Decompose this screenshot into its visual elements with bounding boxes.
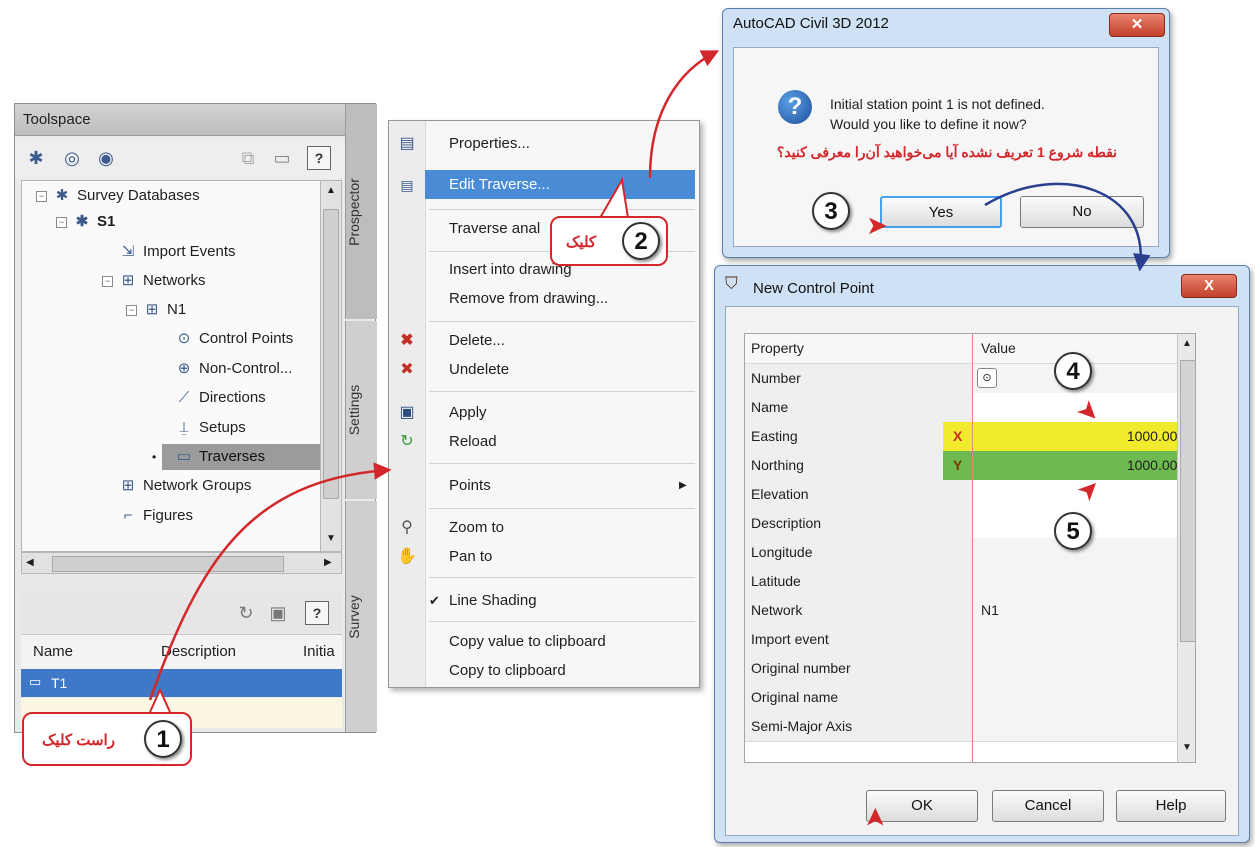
callout-number-2: 2 <box>622 222 660 260</box>
callout-text: کلیک <box>566 234 597 251</box>
callout-number-5: 5 <box>1054 512 1092 550</box>
callout-text: راست کلیک <box>42 732 115 749</box>
callout-number-1: 1 <box>144 720 182 758</box>
bubble-pointer-2 <box>599 177 629 219</box>
arrow-yes-to-dialog <box>984 182 1151 272</box>
callout-number-3: 3 <box>812 192 850 230</box>
cursor-arrow-icon: ➤ <box>866 210 888 240</box>
arrow-right-click-to-menu <box>148 462 392 701</box>
cursor-arrow-icon: ➤ <box>859 806 890 829</box>
arrow-edit-to-message <box>648 50 720 179</box>
callout-number-4: 4 <box>1054 352 1092 390</box>
